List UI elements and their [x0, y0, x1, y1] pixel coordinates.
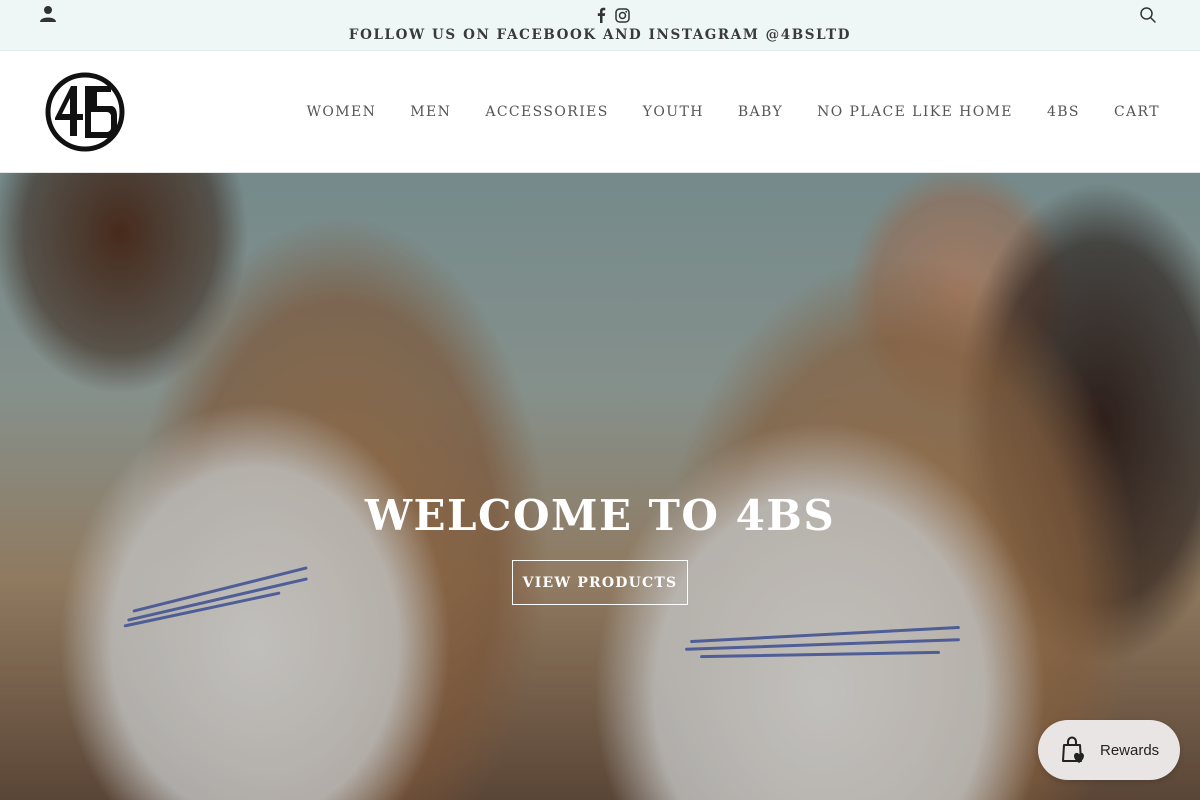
site-header: WOMEN MEN ACCESSORIES YOUTH BABY NO PLAC… — [0, 52, 1200, 173]
hero-banner: WELCOME TO 4BS VIEW PRODUCTS — [0, 173, 1200, 800]
nav-item-accessories[interactable]: ACCESSORIES — [485, 104, 608, 120]
nav-item-no-place-like-home[interactable]: NO PLACE LIKE HOME — [817, 104, 1013, 120]
hero-title: WELCOME TO 4BS — [364, 491, 836, 540]
nav-item-4bs[interactable]: 4BS — [1047, 104, 1080, 120]
account-icon[interactable] — [39, 5, 57, 23]
rewards-launcher[interactable]: Rewards — [1038, 720, 1180, 780]
instagram-icon[interactable] — [614, 6, 630, 24]
brand-logo[interactable] — [45, 72, 125, 152]
nav-item-cart[interactable]: CART — [1114, 104, 1160, 120]
rewards-label: Rewards — [1100, 741, 1160, 759]
nav-item-women[interactable]: WOMEN — [307, 104, 377, 120]
nav-item-baby[interactable]: BABY — [738, 104, 783, 120]
announcement-bar: FOLLOW US ON FACEBOOK AND INSTAGRAM @4BS… — [0, 0, 1200, 51]
main-nav: WOMEN MEN ACCESSORIES YOUTH BABY NO PLAC… — [273, 52, 1160, 172]
announcement-text: FOLLOW US ON FACEBOOK AND INSTAGRAM @4BS… — [348, 27, 852, 43]
shopping-bag-heart-icon — [1058, 735, 1088, 765]
view-products-button[interactable]: VIEW PRODUCTS — [512, 560, 688, 605]
nav-item-youth[interactable]: YOUTH — [643, 104, 704, 120]
social-links — [593, 6, 630, 24]
facebook-icon[interactable] — [593, 6, 609, 24]
search-icon[interactable] — [1139, 6, 1157, 24]
nav-item-men[interactable]: MEN — [410, 104, 451, 120]
hero-image-overlay — [0, 173, 1200, 800]
